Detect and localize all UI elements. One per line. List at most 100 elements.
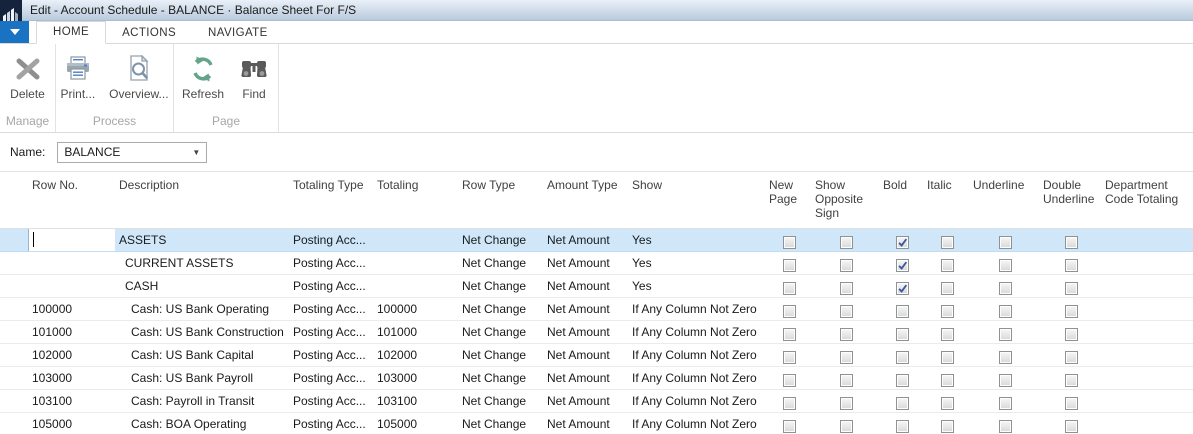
bold-checkbox[interactable] — [895, 327, 909, 341]
underline-checkbox[interactable] — [998, 373, 1012, 387]
cell-amount-type[interactable]: Net Amount — [543, 367, 628, 389]
cell-totaling-type[interactable]: Posting Acc... — [289, 252, 373, 274]
underline-checkbox[interactable] — [998, 350, 1012, 364]
table-row[interactable]: 102000 Cash: US Bank Capital Posting Acc..… — [0, 344, 1193, 367]
italic-checkbox[interactable] — [940, 258, 954, 272]
cell-row-type[interactable]: Net Change — [458, 275, 543, 297]
cell-description[interactable]: CURRENT ASSETS — [115, 252, 289, 274]
new-page-checkbox[interactable] — [782, 350, 796, 364]
column-header-description[interactable]: Description — [115, 172, 289, 228]
table-row[interactable]: CASH Posting Acc... Net Change Net Amount Ye… — [0, 275, 1193, 298]
cell-totaling-type[interactable]: Posting Acc... — [289, 367, 373, 389]
table-row[interactable]: ASSETS Posting Acc... Net Change Net Amount… — [0, 229, 1193, 252]
cell-row-type[interactable]: Net Change — [458, 321, 543, 343]
cell-row-type[interactable]: Net Change — [458, 298, 543, 320]
new-page-checkbox[interactable] — [782, 281, 796, 295]
italic-checkbox[interactable] — [940, 350, 954, 364]
italic-checkbox[interactable] — [940, 373, 954, 387]
combobox-dropdown-icon[interactable]: ▼ — [192, 148, 200, 157]
new-page-checkbox[interactable] — [782, 373, 796, 387]
column-header-department-code-totaling[interactable]: Department Code Totaling — [1101, 172, 1193, 228]
cell-row-type[interactable]: Net Change — [458, 367, 543, 389]
cell-show[interactable]: If Any Column Not Zero — [628, 298, 765, 320]
column-header-underline[interactable]: Underline — [969, 172, 1039, 228]
cell-row-type[interactable]: Net Change — [458, 413, 543, 434]
cell-totaling-type[interactable]: Posting Acc... — [289, 298, 373, 320]
double-underline-checkbox[interactable] — [1064, 350, 1078, 364]
cell-description[interactable]: Cash: US Bank Construction — [115, 321, 289, 343]
cell-show[interactable]: If Any Column Not Zero — [628, 321, 765, 343]
row-selector-gutter[interactable] — [0, 229, 28, 251]
table-row[interactable]: 105000 Cash: BOA Operating Posting Acc... 1… — [0, 413, 1193, 434]
tab-actions[interactable]: ACTIONS — [106, 23, 192, 44]
column-header-show-opposite-sign[interactable]: Show Opposite Sign — [811, 172, 879, 228]
show-opposite-sign-checkbox[interactable] — [839, 396, 853, 410]
cell-amount-type[interactable]: Net Amount — [543, 413, 628, 434]
show-opposite-sign-checkbox[interactable] — [839, 350, 853, 364]
column-header-new-page[interactable]: New Page — [765, 172, 811, 228]
cell-row-no[interactable]: 102000 — [28, 344, 115, 366]
cell-row-no[interactable] — [28, 252, 115, 274]
cell-department-code-totaling[interactable] — [1101, 275, 1193, 297]
cell-show[interactable]: Yes — [628, 229, 765, 251]
cell-totaling-type[interactable]: Posting Acc... — [289, 390, 373, 412]
cell-description[interactable]: ASSETS — [115, 229, 289, 251]
row-selector-gutter[interactable] — [0, 367, 28, 389]
cell-totaling-type[interactable]: Posting Acc... — [289, 321, 373, 343]
cell-department-code-totaling[interactable] — [1101, 344, 1193, 366]
column-header-italic[interactable]: Italic — [923, 172, 969, 228]
application-menu-button[interactable] — [0, 21, 29, 43]
bold-checkbox[interactable] — [895, 419, 909, 433]
cell-show[interactable]: If Any Column Not Zero — [628, 367, 765, 389]
cell-amount-type[interactable]: Net Amount — [543, 321, 628, 343]
column-header-double-underline[interactable]: Double Underline — [1039, 172, 1101, 228]
tab-navigate[interactable]: NAVIGATE — [192, 23, 284, 44]
italic-checkbox[interactable] — [940, 327, 954, 341]
underline-checkbox[interactable] — [998, 419, 1012, 433]
underline-checkbox[interactable] — [998, 327, 1012, 341]
double-underline-checkbox[interactable] — [1064, 373, 1078, 387]
cell-department-code-totaling[interactable] — [1101, 321, 1193, 343]
bold-checkbox[interactable] — [895, 304, 909, 318]
show-opposite-sign-checkbox[interactable] — [839, 304, 853, 318]
cell-show[interactable]: If Any Column Not Zero — [628, 413, 765, 434]
bold-checkbox[interactable] — [895, 396, 909, 410]
cell-amount-type[interactable]: Net Amount — [543, 390, 628, 412]
cell-description[interactable]: Cash: BOA Operating — [115, 413, 289, 434]
italic-checkbox[interactable] — [940, 235, 954, 249]
column-header-row-no[interactable]: Row No. — [28, 172, 115, 228]
schedule-name-combobox[interactable]: BALANCE ▼ — [57, 141, 208, 163]
cell-description[interactable]: Cash: US Bank Capital — [115, 344, 289, 366]
cell-totaling[interactable] — [373, 252, 458, 274]
find-button[interactable]: Find — [231, 49, 277, 104]
cell-show[interactable]: Yes — [628, 275, 765, 297]
row-selector-gutter[interactable] — [0, 252, 28, 274]
italic-checkbox[interactable] — [940, 419, 954, 433]
bold-checkbox[interactable] — [895, 281, 909, 295]
row-selector-gutter[interactable] — [0, 413, 28, 434]
bold-checkbox[interactable] — [895, 258, 909, 272]
underline-checkbox[interactable] — [998, 396, 1012, 410]
column-header-bold[interactable]: Bold — [879, 172, 923, 228]
column-header-totaling-type[interactable]: Totaling Type — [289, 172, 373, 228]
cell-amount-type[interactable]: Net Amount — [543, 298, 628, 320]
delete-button[interactable]: Delete — [3, 49, 52, 104]
show-opposite-sign-checkbox[interactable] — [839, 235, 853, 249]
cell-totaling[interactable]: 105000 — [373, 413, 458, 434]
new-page-checkbox[interactable] — [782, 327, 796, 341]
cell-row-type[interactable]: Net Change — [458, 252, 543, 274]
tab-home[interactable]: HOME — [36, 21, 107, 44]
double-underline-checkbox[interactable] — [1064, 419, 1078, 433]
cell-row-type[interactable]: Net Change — [458, 229, 543, 251]
underline-checkbox[interactable] — [998, 235, 1012, 249]
cell-row-type[interactable]: Net Change — [458, 344, 543, 366]
row-selector-gutter[interactable] — [0, 390, 28, 412]
show-opposite-sign-checkbox[interactable] — [839, 281, 853, 295]
cell-show[interactable]: If Any Column Not Zero — [628, 344, 765, 366]
double-underline-checkbox[interactable] — [1064, 235, 1078, 249]
double-underline-checkbox[interactable] — [1064, 281, 1078, 295]
cell-department-code-totaling[interactable] — [1101, 298, 1193, 320]
cell-totaling[interactable]: 102000 — [373, 344, 458, 366]
show-opposite-sign-checkbox[interactable] — [839, 419, 853, 433]
underline-checkbox[interactable] — [998, 281, 1012, 295]
